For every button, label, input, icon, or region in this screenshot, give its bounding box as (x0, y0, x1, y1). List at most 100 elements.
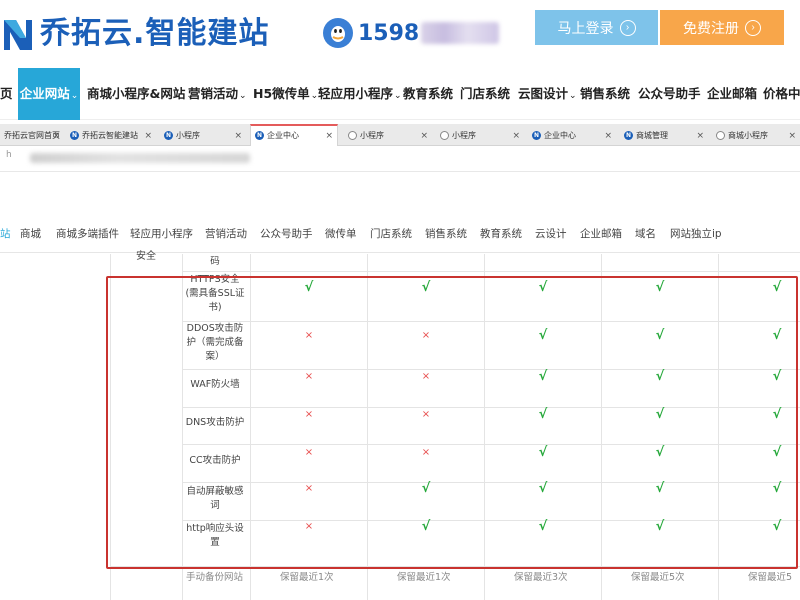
browser-tab[interactable]: 小程序 × (436, 126, 524, 146)
close-icon[interactable]: × (604, 126, 612, 146)
table-cell-feature: DNS攻击防护 (185, 417, 245, 428)
table-cell-feature: 手动备份网站 (186, 572, 244, 583)
check-icon: √ (538, 445, 548, 460)
close-icon[interactable]: × (696, 126, 704, 146)
browser-tab[interactable]: N 小程序 × (160, 126, 246, 146)
table-cell-feature: http响应头设置 (186, 523, 244, 548)
subnav-item-education[interactable]: 教育系统 (480, 226, 522, 241)
register-button[interactable]: 免费注册 › (660, 10, 784, 45)
check-icon: √ (421, 481, 431, 496)
browser-tab[interactable]: 乔拓云官网首页 × (0, 126, 64, 146)
browser-tab[interactable]: N 企业中心 × (528, 126, 616, 146)
table-divider (718, 254, 719, 600)
phone-redacted (421, 22, 500, 44)
address-url-redacted (30, 153, 250, 163)
nav-item-light-app[interactable]: 轻应用小程序⌄ (318, 68, 402, 120)
subnav-item-marketing[interactable]: 营销活动 (205, 226, 247, 241)
nav-item-mall-miniprogram[interactable]: 商城小程序&网站⌄ (87, 68, 194, 120)
table-divider (182, 321, 800, 322)
table-divider (182, 369, 800, 370)
globe-icon (348, 131, 357, 140)
main-navigation: 页 企业网站⌄ 商城小程序&网站⌄ 营销活动⌄ H5微传单⌄ 轻应用小程序⌄ 教… (0, 68, 800, 120)
subnav-item-mall[interactable]: 商城 (20, 226, 41, 241)
subnav-item-dedicated-ip[interactable]: 网站独立ip (670, 226, 722, 241)
subnav-item-enterprise-mail[interactable]: 企业邮箱 (580, 226, 622, 241)
chevron-right-icon: › (619, 19, 636, 36)
contact-phone: 1598 (322, 16, 500, 50)
feature-comparison-table (0, 254, 800, 600)
check-icon: √ (772, 369, 782, 384)
table-cell-feature: WAF防火墙 (190, 379, 240, 390)
subnav-item-official-account[interactable]: 公众号助手 (260, 226, 313, 241)
cross-icon: × (304, 521, 314, 532)
subnav-item-flyer[interactable]: 微传单 (325, 226, 357, 241)
table-divider (484, 254, 485, 600)
check-icon: √ (655, 369, 665, 384)
login-button-label: 马上登录 (557, 19, 614, 36)
table-cell-feature: DDOS攻击防 护（需完成备 案） (186, 323, 244, 362)
nav-item-sales[interactable]: 销售系统 (580, 68, 630, 120)
table-cell-feature: CC攻击防护 (189, 455, 241, 466)
subnav-item-site[interactable]: 站 (0, 226, 11, 241)
nav-item-h5[interactable]: H5微传单⌄ (253, 68, 318, 120)
table-divider (182, 407, 800, 408)
check-icon: √ (655, 445, 665, 460)
brand-name[interactable]: 乔拓云.智能建站 (40, 14, 269, 54)
table-divider (110, 254, 111, 600)
close-icon[interactable]: × (52, 126, 60, 146)
browser-tab[interactable]: N 商城管理 × (620, 126, 708, 146)
brand-logo-icon[interactable] (0, 14, 34, 54)
table-cell-value: 保留最近1次 (397, 572, 451, 583)
close-icon[interactable]: × (512, 126, 520, 146)
browser-tab[interactable]: 小程序 × (344, 126, 432, 146)
nav-item-store[interactable]: 门店系统 (460, 68, 510, 120)
check-icon: √ (655, 481, 665, 496)
subnav-item-store[interactable]: 门店系统 (370, 226, 412, 241)
browser-tab-active[interactable]: N 企业中心 × (250, 124, 338, 146)
cross-icon: × (304, 447, 314, 458)
chevron-down-icon: ⌄ (239, 91, 247, 101)
cross-icon: × (304, 483, 314, 494)
check-icon: √ (538, 481, 548, 496)
subnav-item-domain[interactable]: 域名 (635, 226, 656, 241)
close-icon[interactable]: × (788, 126, 796, 146)
close-icon[interactable]: × (234, 126, 242, 146)
browser-tab[interactable]: N 乔拓云智能建站 × (66, 126, 156, 146)
close-icon[interactable]: × (420, 126, 428, 146)
nav-item-official-account[interactable]: 公众号助手 (638, 68, 701, 120)
brand-favicon-icon: N (70, 131, 79, 140)
login-button[interactable]: 马上登录 › (535, 10, 658, 45)
subnav-item-cloud-design[interactable]: 云设计 (535, 226, 567, 241)
check-icon: √ (655, 328, 665, 343)
table-divider (110, 566, 800, 567)
check-icon: √ (772, 519, 782, 534)
check-icon: √ (772, 445, 782, 460)
table-cell-value: 保留最近5 (748, 572, 793, 583)
nav-item-home[interactable]: 页 (0, 68, 13, 120)
browser-tab[interactable]: 商城小程序 × (712, 126, 800, 146)
subnav-item-mall-plugin[interactable]: 商城多端插件 (56, 226, 119, 241)
nav-item-marketing[interactable]: 营销活动⌄ (188, 68, 247, 120)
close-icon[interactable]: × (144, 126, 152, 146)
subnav-item-light-app[interactable]: 轻应用小程序 (130, 226, 193, 241)
nav-item-education[interactable]: 教育系统 (403, 68, 453, 120)
site-header: 乔拓云.智能建站 1598 马上登录 › 免费注册 › (0, 0, 800, 68)
cross-icon: × (421, 409, 431, 420)
chevron-down-icon: ⌄ (394, 91, 402, 101)
nav-item-enterprise-mail[interactable]: 企业邮箱 (707, 68, 757, 120)
nav-item-cloud-design[interactable]: 云图设计⌄ (518, 68, 577, 120)
nav-item-enterprise-site[interactable]: 企业网站⌄ (18, 68, 80, 120)
table-divider (182, 444, 800, 445)
brand-favicon-icon: N (532, 131, 541, 140)
check-icon: √ (304, 280, 314, 295)
check-icon: √ (772, 407, 782, 422)
check-icon: √ (538, 407, 548, 422)
subnav-item-sales[interactable]: 销售系统 (425, 226, 467, 241)
cross-icon: × (421, 447, 431, 458)
close-icon[interactable]: × (325, 126, 333, 146)
table-cell-feature: 自动屏蔽敏感词 (186, 486, 244, 511)
nav-item-pricing[interactable]: 价格中心 (763, 68, 800, 120)
table-cell-category: 安全 (136, 251, 156, 262)
address-bar[interactable]: h (0, 146, 800, 172)
table-cell-feature: HTTPS安全 (需具备SSL证 书) (185, 274, 245, 313)
